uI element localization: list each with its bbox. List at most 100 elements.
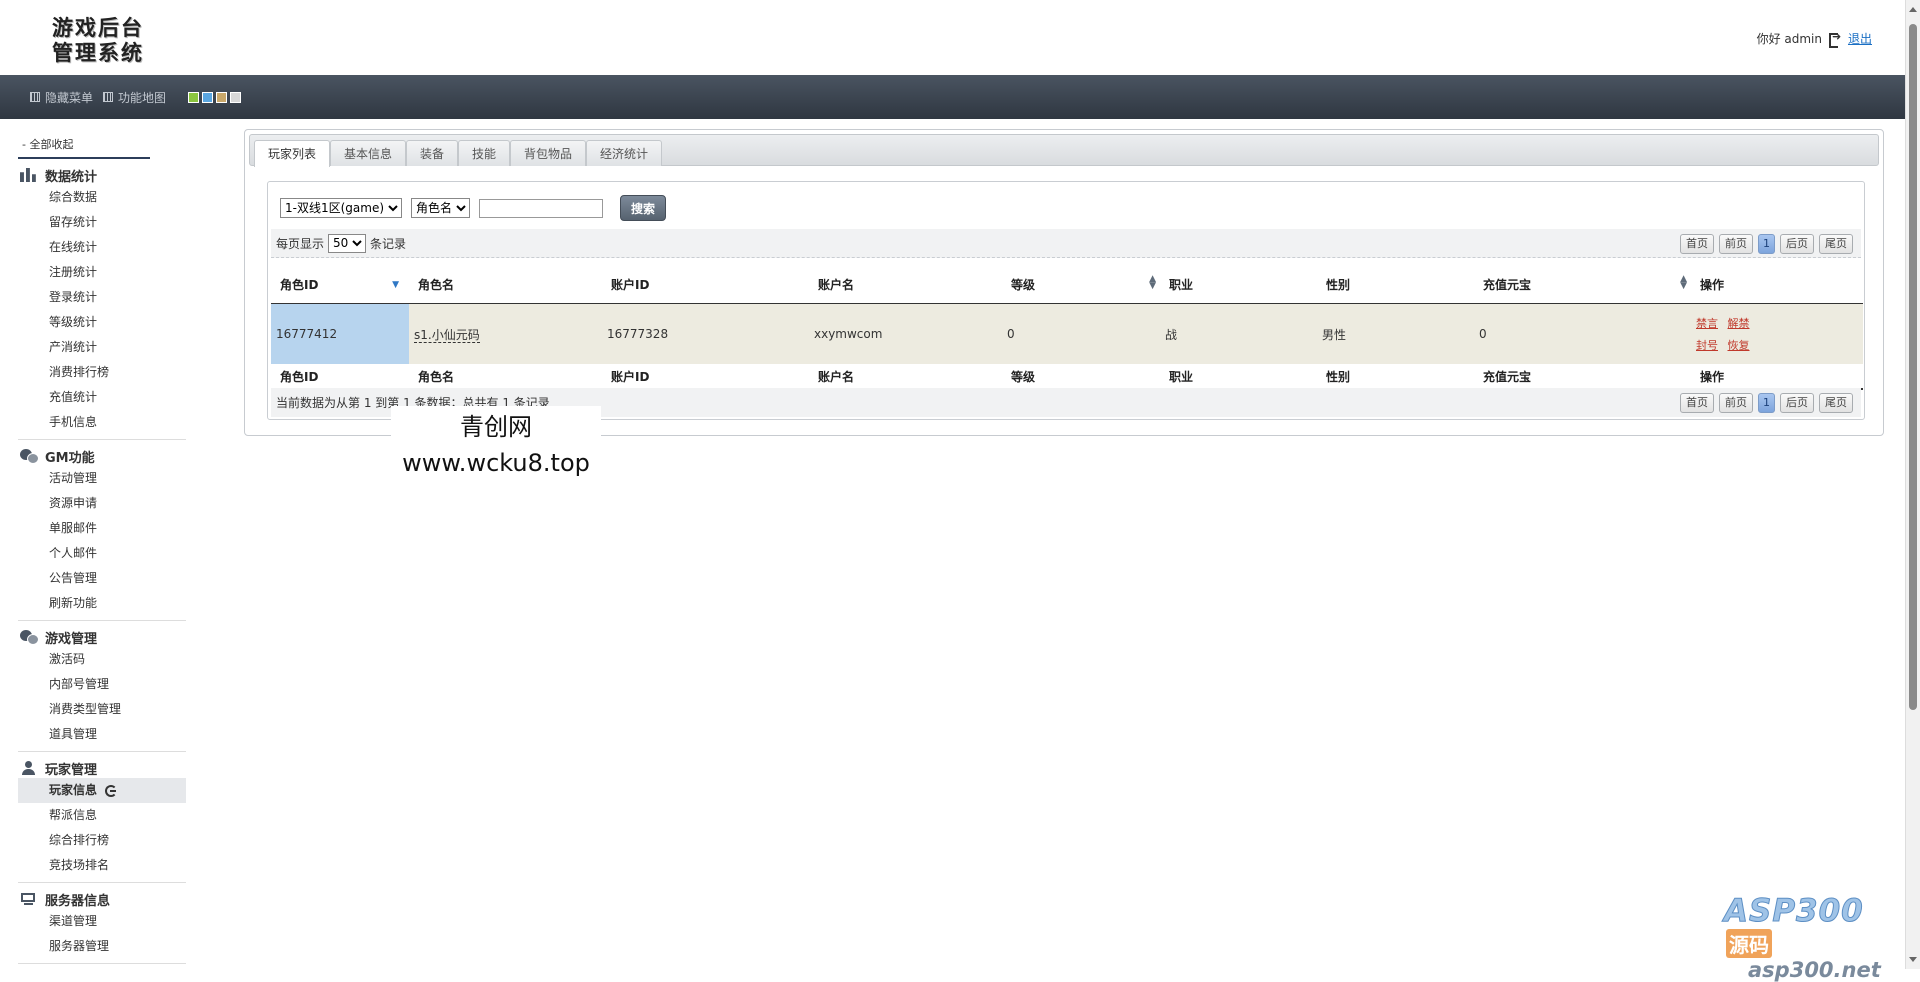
sidebar-item[interactable]: 帮派信息: [18, 803, 186, 828]
sidebar-item[interactable]: 个人邮件: [18, 541, 186, 566]
mute-link[interactable]: 禁言: [1696, 317, 1718, 330]
sidebar-item[interactable]: 单服邮件: [18, 516, 186, 541]
first-page-button[interactable]: 首页: [1680, 393, 1714, 413]
function-map-label: 功能地图: [118, 90, 167, 105]
cell-job: 战: [1160, 303, 1317, 364]
cell-recharge: 0: [1474, 303, 1691, 364]
sidebar-item[interactable]: 刷新功能: [18, 591, 186, 616]
sidebar-item[interactable]: 综合数据: [18, 185, 186, 210]
tab-equipment[interactable]: 装备: [406, 140, 459, 166]
current-page-button[interactable]: 1: [1758, 393, 1775, 413]
theme-swatch-gray[interactable]: [230, 91, 242, 103]
greeting: 你好 admin: [1756, 32, 1822, 46]
tab-basic-info[interactable]: 基本信息: [330, 140, 407, 166]
sidebar-item[interactable]: 在线统计: [18, 235, 186, 260]
restore-link[interactable]: 恢复: [1728, 339, 1750, 352]
toolbar: 隐藏菜单 功能地图: [0, 75, 1906, 119]
per-page-select[interactable]: 50: [328, 233, 367, 253]
logout-link[interactable]: 退出: [1848, 30, 1872, 47]
content-area: 1-双线1区(game) 角色名 搜索 每页显示 50 条记录 首页 前页 1 …: [267, 181, 1865, 420]
column-header[interactable]: 角色名: [409, 266, 602, 304]
sidebar-item[interactable]: 登录统计: [18, 285, 186, 310]
sidebar-group-title[interactable]: 游戏管理: [18, 627, 186, 647]
sidebar-item[interactable]: 渠道管理: [18, 909, 186, 934]
sidebar-item[interactable]: 手机信息: [18, 410, 186, 435]
column-header[interactable]: 职业: [1160, 266, 1317, 304]
cell-operations: 禁言 解禁 封号 恢复: [1691, 303, 1863, 364]
role-name-link[interactable]: s1.小仙元码: [414, 327, 480, 343]
watermark-line-1: 青创网: [460, 413, 532, 441]
column-header[interactable]: 充值元宝 ▲ ▼: [1474, 266, 1691, 304]
menu-icon: [30, 92, 40, 102]
sidebar-item[interactable]: 服务器管理: [18, 934, 186, 959]
sidebar-item[interactable]: 留存统计: [18, 210, 186, 235]
sidebar-item[interactable]: 公告管理: [18, 566, 186, 591]
sidebar-item[interactable]: 活动管理: [18, 466, 186, 491]
sidebar-item-active[interactable]: 玩家信息: [18, 778, 186, 803]
prev-page-button[interactable]: 前页: [1719, 234, 1753, 254]
column-header[interactable]: 账户名: [809, 266, 1002, 304]
table-row[interactable]: 16777412 s1.小仙元码 16777328 xxymwcom 0 战 男…: [271, 303, 1863, 364]
column-footer: 角色ID: [271, 364, 409, 390]
sort-both-icon[interactable]: ▲ ▼: [1149, 275, 1156, 291]
sidebar-item[interactable]: 消费排行榜: [18, 360, 186, 385]
function-map-button[interactable]: 功能地图: [103, 89, 166, 106]
column-header[interactable]: 账户ID: [602, 266, 809, 304]
unmute-link[interactable]: 解禁: [1728, 317, 1750, 330]
next-page-button[interactable]: 后页: [1780, 393, 1814, 413]
sidebar-item[interactable]: 充值统计: [18, 385, 186, 410]
first-page-button[interactable]: 首页: [1680, 234, 1714, 254]
sidebar-item[interactable]: 消费类型管理: [18, 697, 186, 722]
sidebar-item[interactable]: 内部号管理: [18, 672, 186, 697]
sidebar-item[interactable]: 资源申请: [18, 491, 186, 516]
last-page-button[interactable]: 尾页: [1819, 393, 1853, 413]
sidebar-item[interactable]: 产消统计: [18, 335, 186, 360]
tab-skills[interactable]: 技能: [458, 140, 511, 166]
server-select[interactable]: 1-双线1区(game): [280, 198, 402, 218]
column-header[interactable]: 等级 ▲ ▼: [1002, 266, 1160, 304]
column-header[interactable]: 性别: [1317, 266, 1474, 304]
tab-bar: 玩家列表 基本信息 装备 技能 背包物品 经济统计: [249, 134, 1879, 167]
main-panel: 玩家列表 基本信息 装备 技能 背包物品 经济统计 1-双线1区(game) 角…: [244, 129, 1884, 436]
sidebar-item[interactable]: 注册统计: [18, 260, 186, 285]
search-field-select[interactable]: 角色名: [411, 198, 470, 218]
sidebar-item[interactable]: 激活码: [18, 647, 186, 672]
sort-desc-icon[interactable]: ▼: [392, 280, 399, 290]
collapse-all-button[interactable]: - 全部收起: [18, 134, 150, 159]
vertical-scrollbar[interactable]: [1905, 0, 1920, 969]
table-footer-row: 角色ID 角色名 账户ID 账户名 等级 职业 性别 充值元宝 操作: [271, 364, 1863, 390]
hide-menu-button[interactable]: 隐藏菜单: [30, 89, 93, 106]
refresh-icon[interactable]: [105, 784, 118, 797]
sidebar-group-title[interactable]: 服务器信息: [18, 889, 186, 909]
scroll-thumb[interactable]: [1909, 24, 1917, 710]
theme-swatch-tan[interactable]: [216, 91, 228, 103]
sort-both-icon[interactable]: ▲ ▼: [1680, 275, 1687, 291]
theme-swatch-green[interactable]: [188, 91, 200, 103]
logout-icon[interactable]: [1828, 30, 1842, 48]
sidebar-group-title[interactable]: 数据统计: [18, 165, 186, 185]
last-page-button[interactable]: 尾页: [1819, 234, 1853, 254]
scroll-up-arrow-icon[interactable]: [1909, 7, 1917, 12]
tab-economy[interactable]: 经济统计: [586, 140, 663, 166]
sidebar-item[interactable]: 道具管理: [18, 722, 186, 747]
theme-swatch-blue[interactable]: [202, 91, 214, 103]
next-page-button[interactable]: 后页: [1780, 234, 1814, 254]
sidebar-group-game-manage: 游戏管理 激活码 内部号管理 消费类型管理 道具管理: [18, 627, 186, 752]
search-input[interactable]: [479, 198, 603, 218]
theme-swatches: [188, 91, 242, 103]
column-footer: 账户名: [809, 364, 1002, 390]
column-header[interactable]: 角色ID ▼: [271, 266, 409, 304]
scroll-down-arrow-icon[interactable]: [1909, 957, 1917, 962]
prev-page-button[interactable]: 前页: [1719, 393, 1753, 413]
sidebar-item[interactable]: 等级统计: [18, 310, 186, 335]
sidebar-group-title[interactable]: GM功能: [18, 446, 186, 466]
sidebar-item[interactable]: 综合排行榜: [18, 828, 186, 853]
tab-backpack[interactable]: 背包物品: [510, 140, 587, 166]
search-button[interactable]: 搜索: [620, 195, 667, 221]
sidebar-group-title[interactable]: 玩家管理: [18, 758, 186, 778]
logo-line-2: 管理系统: [52, 40, 144, 65]
tab-player-list[interactable]: 玩家列表: [254, 140, 331, 167]
ban-link[interactable]: 封号: [1696, 339, 1718, 352]
sidebar-item[interactable]: 竞技场排名: [18, 853, 186, 878]
current-page-button[interactable]: 1: [1758, 234, 1775, 254]
